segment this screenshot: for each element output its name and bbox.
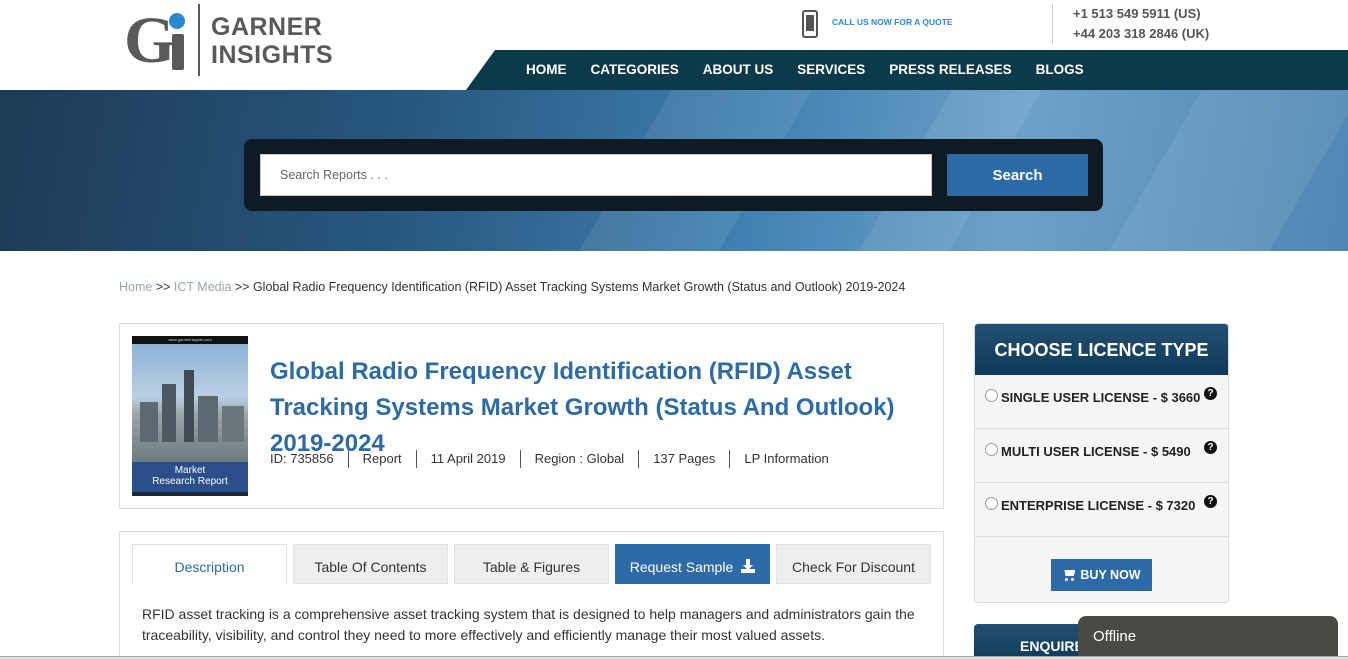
report-meta: ID: 735856 Report 11 April 2019 Region :… xyxy=(270,450,843,468)
tab-table-figures[interactable]: Table & Figures xyxy=(454,544,609,584)
logo-mark-i xyxy=(172,34,184,70)
cover-label-line-2: Research Report xyxy=(152,476,228,487)
cover-building xyxy=(140,402,158,442)
buy-now-button[interactable]: BUY NOW xyxy=(1051,559,1152,591)
single-licence-label: SINGLE USER LICENSE - $ 3660 xyxy=(1001,390,1201,405)
breadcrumb-separator: >> xyxy=(234,280,250,294)
main-nav: HOME CATEGORIES ABOUT US SERVICES PRESS … xyxy=(466,50,1348,90)
cover-label: Market Research Report xyxy=(132,462,248,492)
hero-banner: Search xyxy=(0,90,1348,251)
nav-categories[interactable]: CATEGORIES xyxy=(591,50,679,90)
cover-header: www.garnerinsights.com xyxy=(132,336,248,344)
cover-label-line-1: Market xyxy=(174,465,206,476)
breadcrumb-category[interactable]: ICT Media xyxy=(174,280,231,294)
licence-panel: CHOOSE LICENCE TYPE SINGLE USER LICENSE … xyxy=(974,323,1229,603)
licence-heading: CHOOSE LICENCE TYPE xyxy=(975,324,1228,375)
report-region: Region : Global xyxy=(519,450,639,468)
single-licence-radio[interactable] xyxy=(985,389,998,402)
question-circle-icon[interactable]: ? xyxy=(1204,387,1217,400)
logo-line-2: INSIGHTS xyxy=(211,41,334,69)
search-input[interactable] xyxy=(260,154,932,196)
breadcrumb: Home >> ICT Media >> Global Radio Freque… xyxy=(119,280,905,294)
call-us-text[interactable]: CALL US NOW FOR A QUOTE xyxy=(832,17,953,27)
search-button[interactable]: Search xyxy=(947,154,1088,196)
report-pages: 137 Pages xyxy=(638,450,729,468)
nav-services[interactable]: SERVICES xyxy=(797,50,865,90)
shopping-cart-icon xyxy=(1062,570,1076,581)
tab-table-of-contents[interactable]: Table Of Contents xyxy=(293,544,448,584)
garner-insights-logo[interactable]: G GARNER INSIGHTS xyxy=(124,4,333,77)
browser-bottom-strip xyxy=(0,656,1348,660)
question-circle-icon[interactable]: ? xyxy=(1204,495,1217,508)
report-title: Global Radio Frequency Identification (R… xyxy=(270,358,895,457)
cover-building xyxy=(198,396,218,442)
report-type: Report xyxy=(347,450,416,468)
download-icon xyxy=(741,559,756,573)
licence-option-multi[interactable]: MULTI USER LICENSE - $ 5490 ? xyxy=(975,429,1228,483)
nav-press-releases[interactable]: PRESS RELEASES xyxy=(889,50,1011,90)
phone-numbers: +1 513 549 5911 (US) +44 203 318 2846 (U… xyxy=(1052,4,1209,44)
nav-home[interactable]: HOME xyxy=(526,50,567,90)
report-description: RFID asset tracking is a comprehensive a… xyxy=(142,606,915,643)
nav-blogs[interactable]: BLOGS xyxy=(1036,50,1084,90)
tab-request-sample[interactable]: Request Sample xyxy=(615,544,770,584)
breadcrumb-current: Global Radio Frequency Identification (R… xyxy=(252,280,906,294)
logo-wordmark: GARNER INSIGHTS xyxy=(211,13,333,69)
enterprise-licence-label: ENTERPRISE LICENSE - $ 7320 xyxy=(1001,498,1196,513)
buy-now-label: BUY NOW xyxy=(1080,568,1141,582)
multi-licence-radio[interactable] xyxy=(985,443,998,456)
logo-mark-g: G xyxy=(124,4,175,77)
breadcrumb-separator: >> xyxy=(155,280,171,294)
licence-option-single[interactable]: SINGLE USER LICENSE - $ 3660 ? xyxy=(975,375,1228,429)
phone-us[interactable]: +1 513 549 5911 (US) xyxy=(1073,4,1209,24)
report-details-card: Description Table Of Contents Table & Fi… xyxy=(119,531,944,660)
multi-licence-label: MULTI USER LICENSE - $ 5490 xyxy=(1001,444,1191,459)
mobile-phone-icon xyxy=(802,10,818,38)
logo-line-1: GARNER xyxy=(211,13,323,41)
cover-url: www.garnerinsights.com xyxy=(168,337,212,342)
nav-about-us[interactable]: ABOUT US xyxy=(703,50,774,90)
question-circle-icon[interactable]: ? xyxy=(1204,441,1217,454)
breadcrumb-home[interactable]: Home xyxy=(119,280,152,294)
search-box: Search xyxy=(244,139,1103,211)
report-summary-card: www.garnerinsights.com Market Research R… xyxy=(119,323,944,509)
report-id: ID: 735856 xyxy=(270,451,334,466)
logo-dot xyxy=(169,13,185,29)
report-cover-image: www.garnerinsights.com Market Research R… xyxy=(132,336,248,496)
cover-building xyxy=(162,384,176,442)
chat-widget-offline[interactable]: Offline xyxy=(1078,616,1338,656)
licence-option-enterprise[interactable]: ENTERPRISE LICENSE - $ 7320 ? xyxy=(975,483,1228,537)
hero-decoration xyxy=(1086,90,1348,251)
cover-building xyxy=(184,370,194,442)
enterprise-licence-radio[interactable] xyxy=(985,497,998,510)
request-sample-label: Request Sample xyxy=(629,559,734,575)
tab-description[interactable]: Description xyxy=(132,544,287,584)
cover-photo xyxy=(132,344,248,462)
phone-uk[interactable]: +44 203 318 2846 (UK) xyxy=(1073,24,1209,44)
report-publisher: LP Information xyxy=(729,450,842,468)
logo-divider xyxy=(198,4,200,76)
cover-building xyxy=(222,406,244,442)
report-date: 11 April 2019 xyxy=(415,450,520,468)
site-header: G GARNER INSIGHTS CALL US NOW FOR A QUOT… xyxy=(0,0,1348,90)
tab-check-for-discount[interactable]: Check For Discount xyxy=(776,544,931,584)
